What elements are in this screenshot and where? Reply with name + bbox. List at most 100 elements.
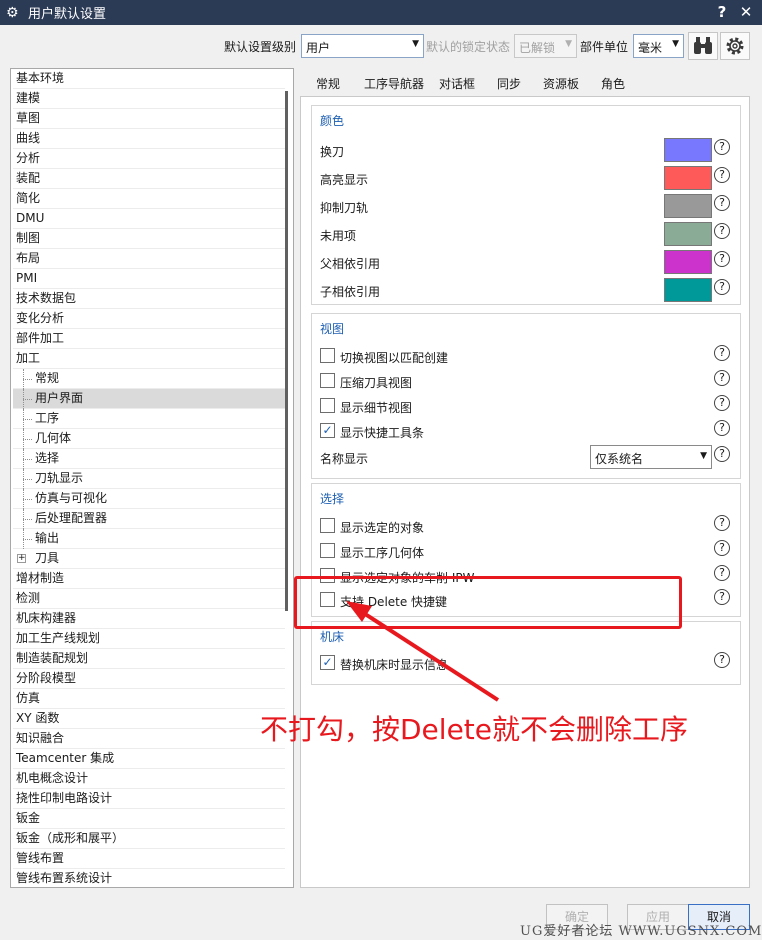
checkbox[interactable] <box>320 518 335 533</box>
tree-item[interactable]: 简化 <box>13 189 285 209</box>
tree-item[interactable]: 草图 <box>13 109 285 129</box>
help-icon[interactable]: ? <box>714 446 730 462</box>
color-row: 未用项 ? <box>312 222 740 246</box>
tree-item[interactable]: 管线布置系统设计 <box>13 869 285 887</box>
tree-item[interactable]: 加工生产线规划 <box>13 629 285 649</box>
settings-button[interactable] <box>720 32 750 60</box>
chevron-down-icon: ▼ <box>412 39 419 49</box>
tree-item[interactable]: 分阶段模型 <box>13 669 285 689</box>
help-icon[interactable]: ? <box>714 195 730 211</box>
tree-item[interactable]: 变化分析 <box>13 309 285 329</box>
color-swatch[interactable] <box>664 278 712 302</box>
tree-item[interactable]: 建模 <box>13 89 285 109</box>
tree-subitem[interactable]: 选择 <box>13 449 285 469</box>
tree-subitem[interactable]: 常规 <box>13 369 285 389</box>
checkbox[interactable] <box>320 568 335 583</box>
tree-item[interactable]: Teamcenter 集成 <box>13 749 285 769</box>
tree-item[interactable]: 制图 <box>13 229 285 249</box>
find-button[interactable] <box>688 32 718 60</box>
tree-item[interactable]: 检测 <box>13 589 285 609</box>
tree-item[interactable]: 知识融合 <box>13 729 285 749</box>
tab-role[interactable]: 角色 <box>601 75 625 92</box>
tree-item[interactable]: DMU <box>13 209 285 229</box>
settings-panel: 颜色 换刀 ? 高亮显示 ? 抑制刀轨 ? 未用项 ? 父相依引用 ? 子相依引… <box>300 96 750 888</box>
delete-shortcut-checkbox[interactable] <box>320 592 335 607</box>
help-icon[interactable]: ? <box>714 251 730 267</box>
tree-item-label: 分析 <box>16 151 41 165</box>
color-swatch[interactable] <box>664 222 712 246</box>
checkbox[interactable] <box>320 398 335 413</box>
tree-item[interactable]: 制造装配规划 <box>13 649 285 669</box>
color-label: 抑制刀轨 <box>320 201 369 215</box>
help-icon[interactable]: ? <box>714 589 730 605</box>
tree-item[interactable]: XY 函数 <box>13 709 285 729</box>
view-group: 视图 切换视图以匹配创建 ? 压缩刀具视图 ? 显示细节视图 ? ✓ 显示快捷工… <box>311 313 741 479</box>
help-icon[interactable]: ? <box>714 515 730 531</box>
color-swatch[interactable] <box>664 138 712 162</box>
tree-subitem[interactable]: 工序 <box>13 409 285 429</box>
tree-item[interactable]: 技术数据包 <box>13 289 285 309</box>
checkbox[interactable] <box>320 373 335 388</box>
help-icon[interactable]: ? <box>714 139 730 155</box>
help-icon[interactable]: ? <box>714 395 730 411</box>
tree-item[interactable]: 机电概念设计 <box>13 769 285 789</box>
name-display-label: 名称显示 <box>320 452 369 466</box>
tree-subitem[interactable]: 仿真与可视化 <box>13 489 285 509</box>
tree-subitem[interactable]: + 刀具 <box>13 549 285 569</box>
color-swatch[interactable] <box>664 194 712 218</box>
checkbox[interactable] <box>320 348 335 363</box>
help-icon[interactable]: ? <box>714 652 730 668</box>
tree-scrollbar[interactable] <box>285 91 288 611</box>
lock-select[interactable]: 已解锁 ▼ <box>514 34 577 58</box>
colors-group: 颜色 换刀 ? 高亮显示 ? 抑制刀轨 ? 未用项 ? 父相依引用 ? 子相依引… <box>311 105 741 305</box>
unit-select[interactable]: 毫米 ▼ <box>633 34 684 58</box>
tree-item[interactable]: 装配 <box>13 169 285 189</box>
tree-item-label: 技术数据包 <box>16 291 77 305</box>
tree-item[interactable]: 基本环境 <box>13 69 285 89</box>
tree-item[interactable]: 钣金 <box>13 809 285 829</box>
tree-item[interactable]: 曲线 <box>13 129 285 149</box>
help-icon[interactable]: ? <box>714 167 730 183</box>
tree-item[interactable]: 增材制造 <box>13 569 285 589</box>
tree-item[interactable]: 仿真 <box>13 689 285 709</box>
tab-sync[interactable]: 同步 <box>497 75 521 92</box>
tab-operation-navigator[interactable]: 工序导航器 <box>355 75 433 99</box>
help-icon[interactable]: ? <box>714 279 730 295</box>
checkbox[interactable]: ✓ <box>320 423 335 438</box>
tree-subitem[interactable]: 后处理配置器 <box>13 509 285 529</box>
tree-item[interactable]: 布局 <box>13 249 285 269</box>
help-icon[interactable]: ? <box>714 540 730 556</box>
tree-item[interactable]: 管线布置 <box>13 849 285 869</box>
help-icon[interactable]: ? <box>714 223 730 239</box>
checkbox[interactable]: ✓ <box>320 655 335 670</box>
tree-item[interactable]: 分析 <box>13 149 285 169</box>
tree-item[interactable]: 机床构建器 <box>13 609 285 629</box>
tree-item-label: 基本环境 <box>16 71 65 85</box>
expand-icon[interactable]: + <box>17 554 26 563</box>
category-tree[interactable]: 基本环境 建模 草图 曲线 分析 装配 简化 DMU 制图 布局 PMI 技术数据包 变化分析 部件加工加… <box>10 68 294 888</box>
name-display-select[interactable]: 仅系统名 ▼ <box>590 445 712 469</box>
tree-item[interactable]: 加工 <box>13 349 285 369</box>
tree-subitem[interactable]: 几何体 <box>13 429 285 449</box>
help-icon[interactable]: ? <box>714 565 730 581</box>
tree-item-label: 输出 <box>35 531 60 545</box>
close-button[interactable]: ✕ <box>736 2 756 22</box>
tab-general[interactable]: 常规 <box>316 75 340 92</box>
checkbox[interactable] <box>320 543 335 558</box>
tab-dialog[interactable]: 对话框 <box>439 75 475 92</box>
tab-resource-bar[interactable]: 资源板 <box>543 75 579 92</box>
level-select[interactable]: 用户 ▼ <box>301 34 424 58</box>
tree-subitem[interactable]: 输出 <box>13 529 285 549</box>
help-button[interactable]: ? <box>712 2 732 22</box>
color-swatch[interactable] <box>664 250 712 274</box>
tree-subitem[interactable]: 刀轨显示 <box>13 469 285 489</box>
help-icon[interactable]: ? <box>714 420 730 436</box>
help-icon[interactable]: ? <box>714 345 730 361</box>
color-swatch[interactable] <box>664 166 712 190</box>
tree-subitem[interactable]: 用户界面 <box>13 389 285 409</box>
tree-item[interactable]: 部件加工 <box>13 329 285 349</box>
help-icon[interactable]: ? <box>714 370 730 386</box>
tree-item[interactable]: PMI <box>13 269 285 289</box>
tree-item[interactable]: 钣金（成形和展平） <box>13 829 285 849</box>
tree-item[interactable]: 挠性印制电路设计 <box>13 789 285 809</box>
